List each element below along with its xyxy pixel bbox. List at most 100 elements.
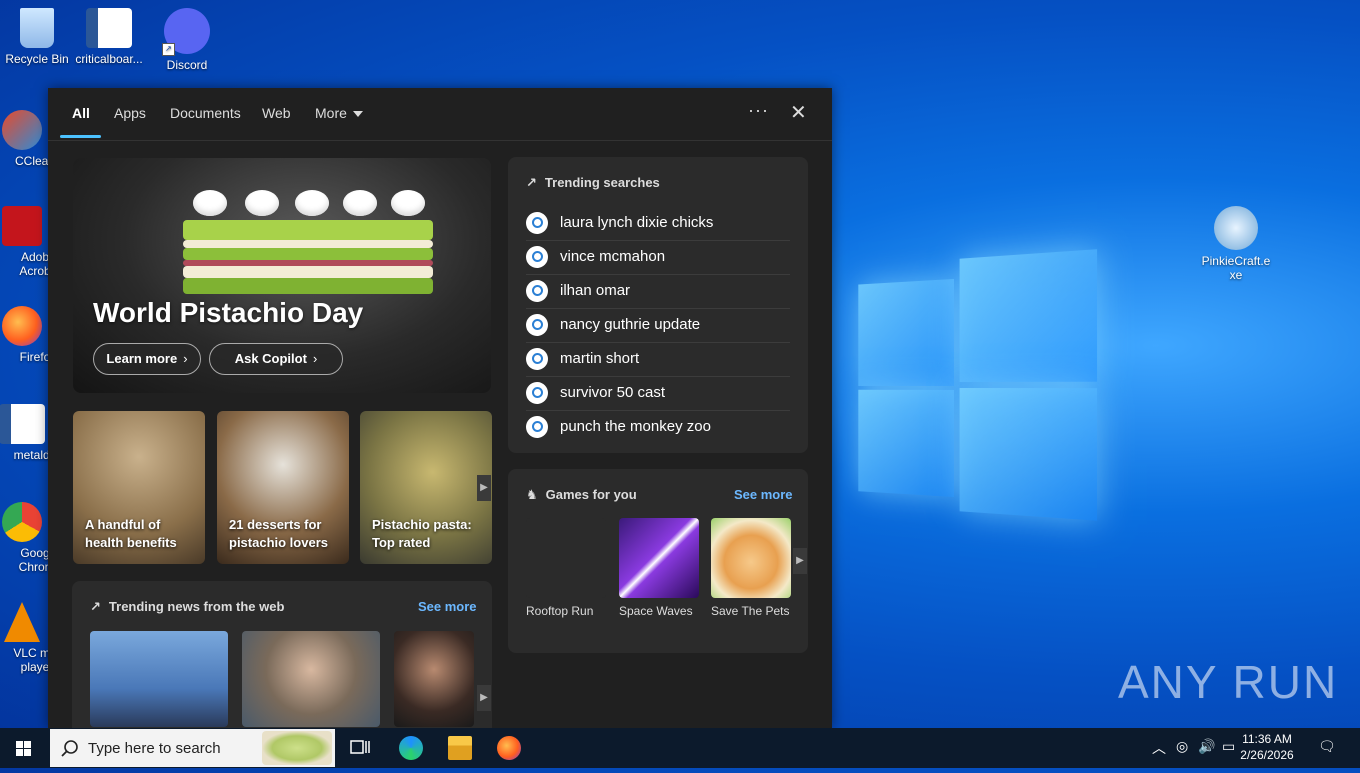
game-thumbnail <box>711 518 791 598</box>
game-title: Rooftop Run <box>526 604 594 618</box>
game-thumbnail <box>526 518 606 598</box>
chrome-icon <box>2 502 42 542</box>
tab-web[interactable]: Web <box>262 105 291 121</box>
tab-all[interactable]: All <box>72 105 90 121</box>
search-tabs: All Apps Documents Web More ··· ✕ <box>48 88 832 141</box>
trending-news-title: ↗ Trending news from the web <box>90 599 284 615</box>
tab-apps[interactable]: Apps <box>114 105 146 121</box>
ccleaner-icon <box>2 110 42 150</box>
game-save-the-pets[interactable]: Save The Pets <box>711 518 793 618</box>
chevron-up-icon[interactable]: ︿ <box>1152 738 1166 758</box>
card-desserts[interactable]: 21 desserts for pistachio lovers <box>217 411 349 564</box>
shortcut-arrow-icon: ↗ <box>162 43 175 56</box>
meet-now-icon[interactable]: ◎ <box>1176 738 1188 755</box>
trending-search-text: nancy guthrie update <box>560 316 701 333</box>
taskbar-clock[interactable]: 11:36 AM 2/26/2026 <box>1236 731 1298 763</box>
tab-documents[interactable]: Documents <box>170 105 241 121</box>
trending-search-text: laura lynch dixie chicks <box>560 214 714 231</box>
close-button[interactable]: ✕ <box>790 100 807 125</box>
trending-news-label: Trending news from the web <box>108 599 285 614</box>
ask-copilot-button[interactable]: Ask Copilot › <box>209 343 343 375</box>
firefox-taskbar-icon[interactable] <box>497 736 521 760</box>
search-icon <box>526 212 548 234</box>
card-caption: A handful of health benefits <box>85 517 177 550</box>
trending-search-item[interactable]: nancy guthrie update <box>526 308 790 343</box>
games-scroll-right-button[interactable]: ▶ <box>793 548 807 574</box>
games-see-more-link[interactable]: See more <box>734 487 793 502</box>
chevron-right-icon: › <box>183 351 188 366</box>
word-document-icon <box>86 8 132 48</box>
desktop-icon-pinkiecraft[interactable]: PinkieCraft.e xe <box>1200 206 1272 282</box>
card-caption: 21 desserts for pistachio lovers <box>229 517 328 550</box>
search-placeholder: Type here to search <box>88 740 221 757</box>
search-icon <box>526 382 548 404</box>
trending-search-item[interactable]: martin short <box>526 342 790 377</box>
trending-search-item[interactable]: punch the monkey zoo <box>526 410 790 444</box>
desktop-icon-label: criticalboar... <box>75 52 143 66</box>
active-tab-indicator <box>60 135 101 138</box>
news-see-more-link[interactable]: See more <box>418 599 477 614</box>
file-explorer-icon[interactable] <box>448 736 472 760</box>
search-panel: All Apps Documents Web More ··· ✕ World … <box>48 88 832 728</box>
news-scroll-right-button[interactable]: ▶ <box>477 685 491 711</box>
chevron-right-icon: › <box>312 351 318 366</box>
desktop-icon-discord[interactable]: ↗ Discord <box>151 8 223 72</box>
learn-more-button[interactable]: Learn more › <box>93 343 201 375</box>
puzzle-icon: ♞ <box>526 487 538 502</box>
search-icon <box>526 280 548 302</box>
trending-search-text: vince mcmahon <box>560 248 666 265</box>
news-item[interactable] <box>242 631 380 727</box>
card-health-benefits[interactable]: A handful of health benefits <box>73 411 205 564</box>
taskbar: Type here to search ︿ ◎ 🔊 ▭ 11:36 AM 2/2… <box>0 728 1360 768</box>
word-document-icon <box>0 404 45 444</box>
search-icon <box>61 740 78 757</box>
start-button[interactable] <box>0 728 48 768</box>
trending-searches-section: ↗ Trending searches laura lynch dixie chi… <box>508 157 808 453</box>
discord-icon: ↗ <box>162 8 210 56</box>
clock-date: 2/26/2026 <box>1240 748 1294 762</box>
search-icon <box>526 246 548 268</box>
notifications-icon[interactable]: 🗨 <box>1318 738 1336 755</box>
game-rooftop-run[interactable]: Rooftop Run <box>526 518 608 618</box>
volume-icon[interactable]: 🔊 <box>1198 738 1215 755</box>
clock-time: 11:36 AM <box>1242 732 1292 746</box>
games-title: ♞ Games for you <box>526 487 637 503</box>
more-options-button[interactable]: ··· <box>748 100 769 121</box>
installer-icon <box>1214 206 1258 250</box>
trending-search-item[interactable]: laura lynch dixie chicks <box>526 206 790 241</box>
game-space-waves[interactable]: Space Waves <box>619 518 701 618</box>
desktop-icon-word-doc[interactable]: criticalboar... <box>73 8 145 66</box>
vlc-cone-icon <box>4 602 40 642</box>
windows-logo-wallpaper <box>858 249 1098 523</box>
trending-search-text: martin short <box>560 350 640 367</box>
hero-card[interactable]: World Pistachio Day Learn more › Ask Copi… <box>73 158 491 393</box>
search-icon <box>526 416 548 438</box>
hero-title: World Pistachio Day <box>93 297 364 328</box>
network-icon[interactable]: ▭ <box>1222 738 1235 755</box>
firefox-icon <box>2 306 42 346</box>
games-label: Games for you <box>545 487 637 502</box>
card-pistachio-pasta[interactable]: Pistachio pasta: Top rated <box>360 411 492 564</box>
taskbar-search-box[interactable]: Type here to search <box>50 729 335 767</box>
trending-search-item[interactable]: vince mcmahon <box>526 240 790 275</box>
desktop-icon-label: PinkieCraft.e xe <box>1201 254 1271 282</box>
scroll-right-button[interactable]: ▶ <box>477 475 491 501</box>
trending-searches-title: ↗ Trending searches <box>526 175 660 191</box>
news-item[interactable] <box>394 631 474 727</box>
chevron-down-icon <box>352 111 363 118</box>
trending-search-item[interactable]: survivor 50 cast <box>526 376 790 411</box>
trending-search-text: ilhan omar <box>560 282 631 299</box>
game-thumbnail <box>619 518 699 598</box>
learn-more-label: Learn more <box>106 351 178 366</box>
edge-icon[interactable] <box>399 736 423 760</box>
tab-more[interactable]: More <box>315 105 363 121</box>
pistachio-search-highlight-icon <box>262 731 332 765</box>
news-item[interactable] <box>90 631 228 727</box>
tab-more-label: More <box>315 105 347 121</box>
search-icon <box>526 348 548 370</box>
desktop-icon-label: Discord <box>166 58 208 72</box>
ask-copilot-label: Ask Copilot <box>234 351 307 366</box>
trending-search-item[interactable]: ilhan omar <box>526 274 790 309</box>
task-view-icon[interactable] <box>348 736 372 760</box>
desktop-icon-recycle-bin[interactable]: Recycle Bin <box>1 8 73 66</box>
